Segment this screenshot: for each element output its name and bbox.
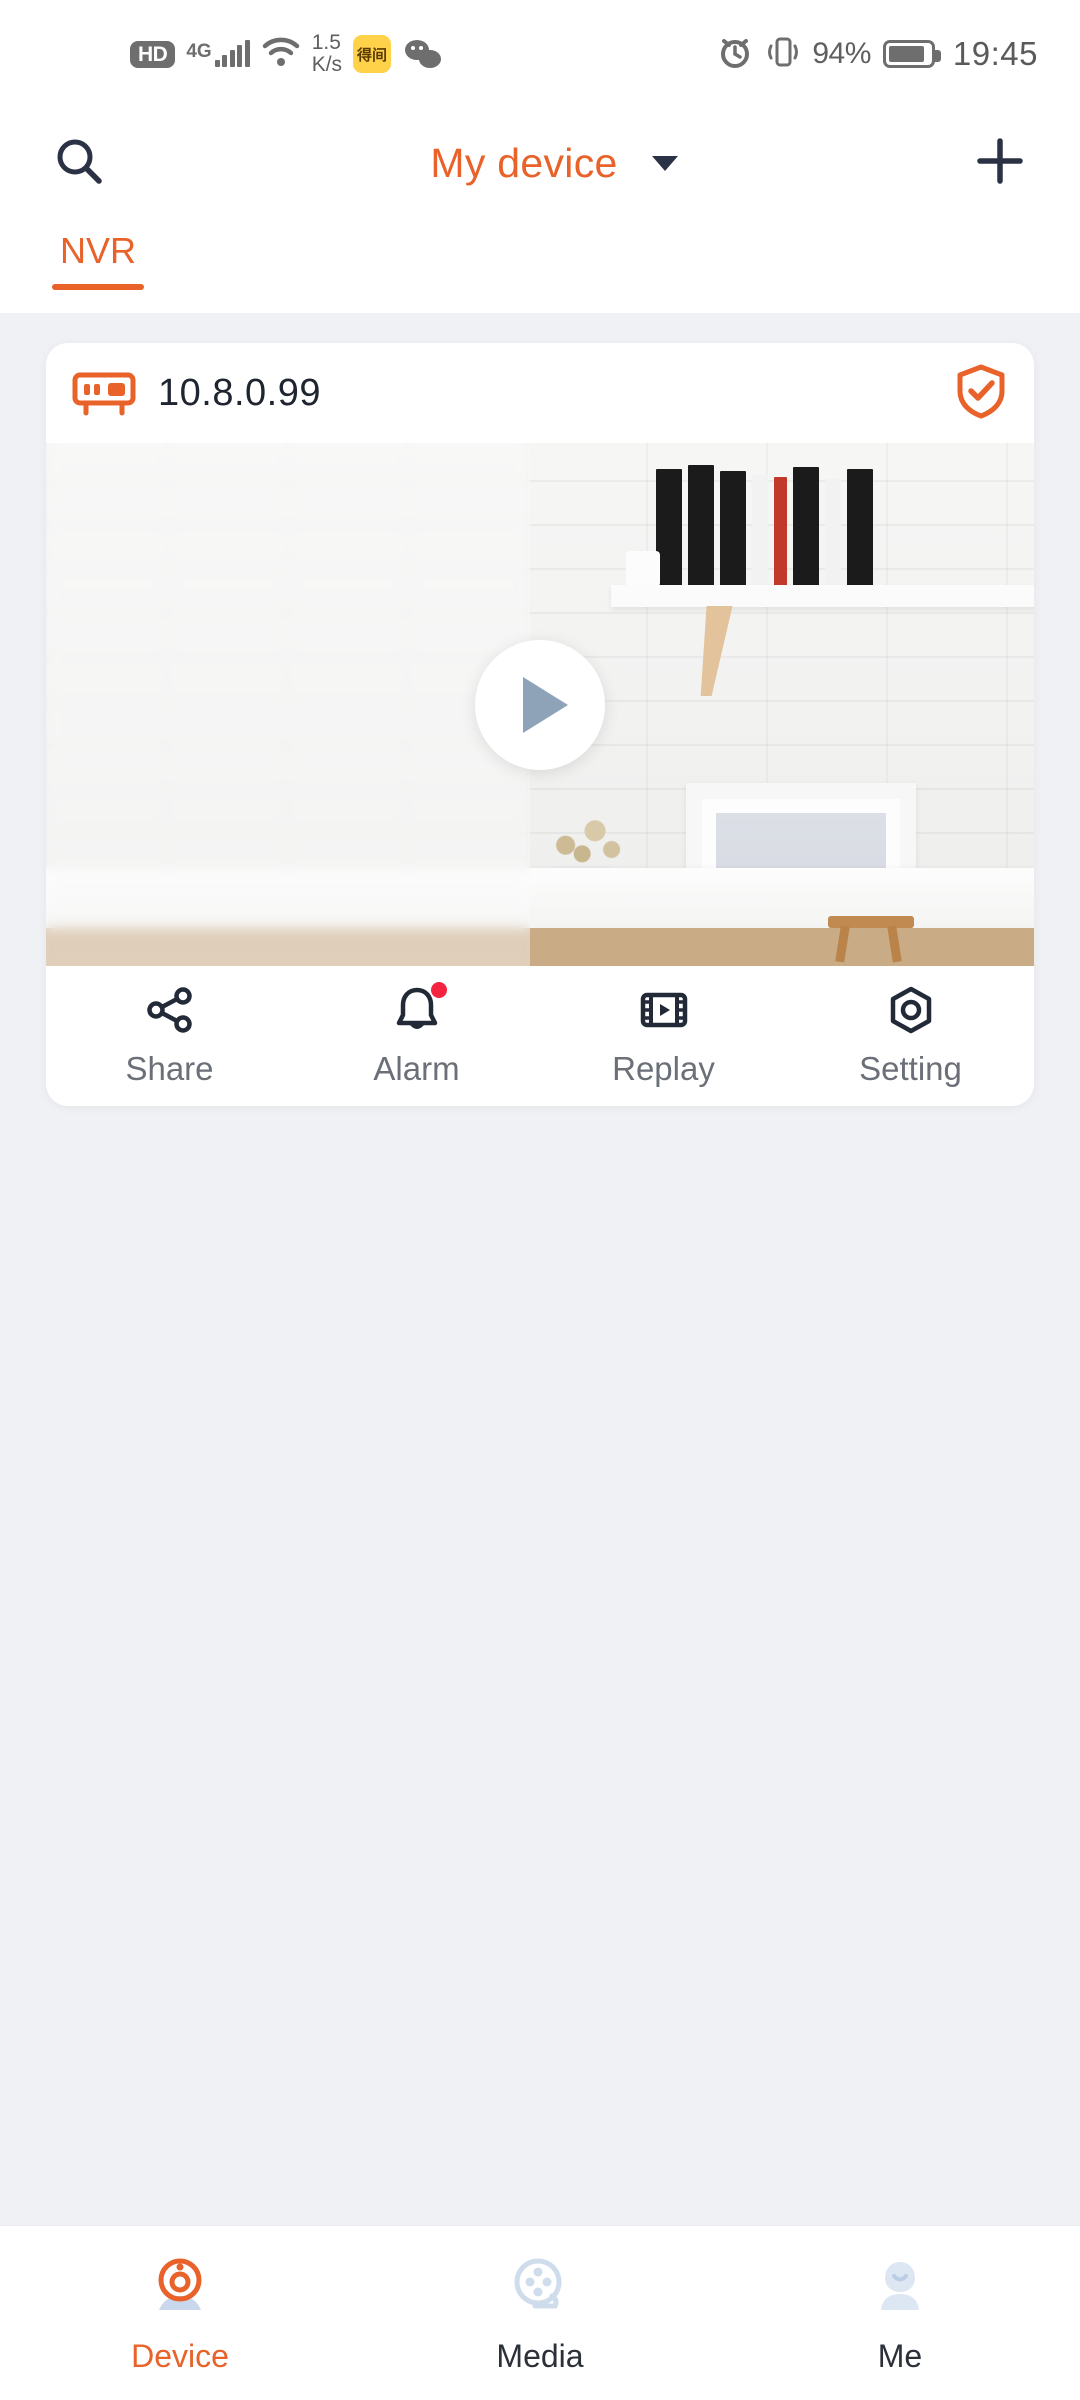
- device-card[interactable]: 10.8.0.99 Share Alarm Replay Setting: [46, 343, 1034, 1106]
- status-bar-left: HD 4G 1.5 K/s 得间: [130, 30, 444, 76]
- tab-active-indicator: [52, 284, 145, 290]
- app-badge-icon: 得间: [353, 35, 392, 73]
- page-title: My device: [430, 139, 618, 186]
- preview-blur-overlay: [46, 443, 531, 966]
- tab-nvr[interactable]: NVR: [52, 218, 145, 290]
- device-ip-address: 10.8.0.99: [158, 371, 321, 414]
- play-icon[interactable]: [475, 639, 605, 770]
- battery-percent: 94%: [812, 37, 871, 70]
- battery-icon: [882, 40, 941, 68]
- film-play-icon: [638, 984, 690, 1036]
- replay-label: Replay: [612, 1050, 715, 1087]
- tab-nvr-label: NVR: [60, 230, 137, 271]
- nvr-device-icon: [72, 369, 136, 417]
- gear-hex-icon: [885, 984, 937, 1036]
- bottom-navigation: Device Media Me: [0, 2225, 1080, 2400]
- signal-bars-icon: 4G: [186, 40, 250, 67]
- nav-me-label: Me: [877, 2337, 923, 2374]
- nav-item-device[interactable]: Device: [0, 2252, 360, 2375]
- plus-icon[interactable]: [972, 133, 1028, 194]
- bell-icon: [391, 982, 447, 1036]
- preview-stool: [828, 916, 914, 963]
- film-reel-icon: [505, 2252, 575, 2322]
- speed-value: 1.5: [311, 30, 341, 54]
- search-icon[interactable]: [52, 134, 106, 193]
- device-type-tabs: NVR: [0, 218, 1080, 313]
- setting-button[interactable]: Setting: [787, 984, 1034, 1088]
- clock: 19:45: [952, 35, 1038, 72]
- vibrate-icon: [766, 34, 800, 75]
- nav-device-label: Device: [131, 2337, 229, 2374]
- network-speed: 1.5 K/s: [311, 30, 343, 76]
- device-card-header: 10.8.0.99: [46, 343, 1034, 443]
- app-header: My device: [0, 108, 1080, 218]
- device-action-row: Share Alarm Replay Setting: [46, 966, 1034, 1106]
- share-icon: [144, 984, 196, 1036]
- video-preview[interactable]: [46, 443, 1034, 966]
- hd-icon: HD: [130, 40, 176, 68]
- preview-mug-small: [626, 551, 660, 587]
- chevron-down-icon[interactable]: [651, 155, 678, 171]
- status-bar: HD 4G 1.5 K/s 得间 94% 19:45: [0, 0, 1080, 108]
- alarm-button[interactable]: Alarm: [293, 982, 540, 1088]
- status-bar-right: 94% 19:45: [716, 33, 1038, 76]
- device-group-selector[interactable]: My device: [430, 139, 678, 187]
- person-icon: [865, 2252, 935, 2322]
- device-list: 10.8.0.99 Share Alarm Replay Setting: [0, 313, 1080, 1106]
- setting-label: Setting: [859, 1050, 962, 1087]
- alarm-label: Alarm: [373, 1050, 460, 1087]
- speed-unit: K/s: [311, 53, 343, 76]
- nav-item-media[interactable]: Media: [360, 2252, 720, 2375]
- nav-item-me[interactable]: Me: [720, 2252, 1080, 2375]
- alarm-badge-dot: [430, 982, 447, 998]
- preview-shelf: [611, 585, 1034, 607]
- app-screen: HD 4G 1.5 K/s 得间 94% 19:45 My device NVR…: [0, 0, 1080, 2400]
- network-type-label: 4G: [186, 41, 212, 62]
- preview-books: [656, 463, 1034, 587]
- wechat-icon: [402, 37, 444, 71]
- nav-media-label: Media: [496, 2337, 584, 2374]
- share-label: Share: [125, 1050, 214, 1087]
- shield-check-icon[interactable]: [954, 363, 1008, 424]
- camera-icon: [145, 2252, 215, 2322]
- share-button[interactable]: Share: [46, 984, 293, 1088]
- alarm-clock-icon: [716, 33, 754, 76]
- replay-button[interactable]: Replay: [540, 984, 787, 1088]
- wifi-icon: [261, 36, 301, 73]
